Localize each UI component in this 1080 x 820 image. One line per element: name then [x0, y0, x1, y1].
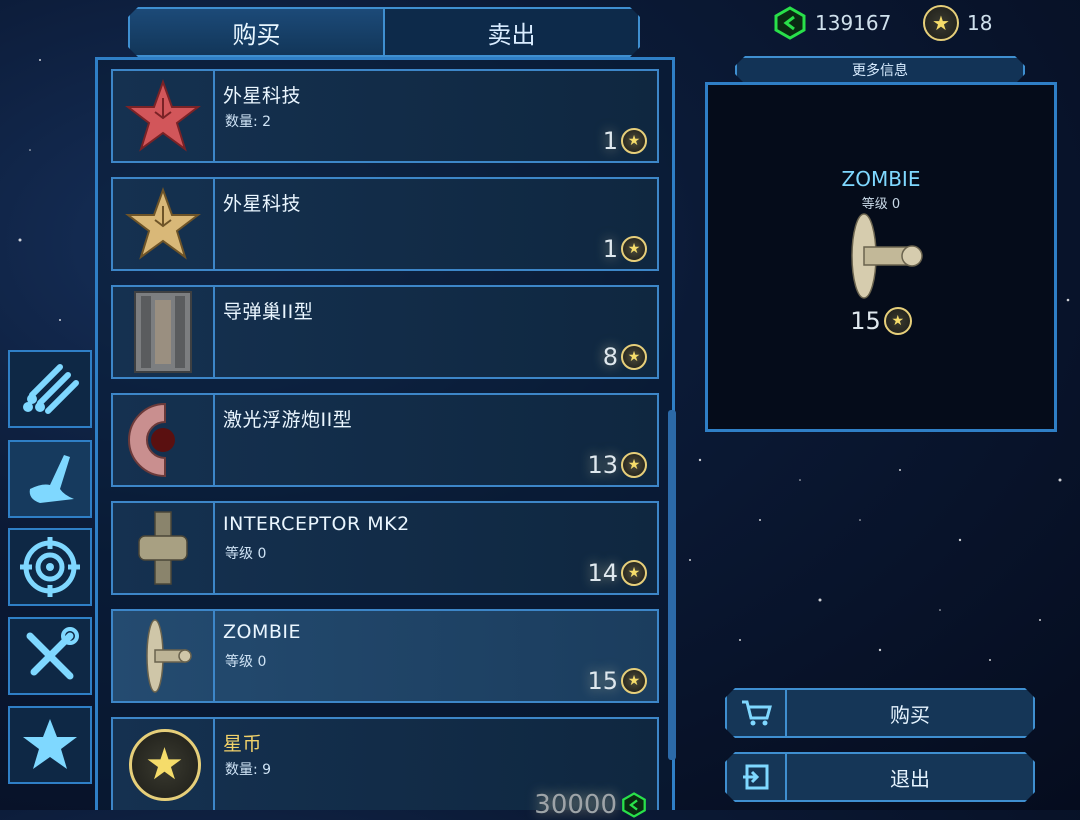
list-item[interactable]: 导弹巢II型 8 ★ — [111, 285, 659, 379]
crosshair-icon — [20, 537, 80, 597]
star-coin-big-icon: ★ — [128, 728, 201, 801]
item-quantity: 数量: 9 — [225, 762, 272, 778]
stars-display: ★ 18 — [920, 5, 993, 41]
item-thumbnail — [113, 395, 215, 485]
category-weapons[interactable] — [8, 528, 92, 606]
star-coin-icon: ★ — [621, 344, 647, 370]
tab-sell[interactable]: 卖出 — [385, 9, 638, 55]
credits-value: 139167 — [815, 11, 892, 35]
star-coin-icon: ★ — [621, 128, 647, 154]
price-value: 13 — [587, 451, 618, 479]
list-item[interactable]: 激光浮游炮II型 13 ★ — [111, 393, 659, 487]
star-coin-icon: ★ — [923, 5, 959, 41]
item-name: ZOMBIE — [223, 621, 302, 643]
item-quantity: 数量: 2 — [225, 114, 272, 130]
price-value: 1 — [602, 235, 618, 263]
star-coin-icon: ★ — [621, 452, 647, 478]
price-value: 8 — [602, 343, 618, 371]
exit-button[interactable]: 退出 — [725, 752, 1035, 802]
item-name: 外星科技 — [223, 85, 302, 107]
zombie-ship-preview — [851, 213, 923, 299]
category-stars[interactable] — [8, 706, 92, 784]
ship-silhouette-icon — [29, 455, 74, 503]
more-info-button[interactable]: 更多信息 — [735, 56, 1025, 84]
tools-icon — [26, 627, 79, 680]
item-price: 14 ★ — [587, 559, 647, 587]
tab-buy[interactable]: 购买 — [130, 9, 385, 55]
item-level: 等级 0 — [225, 546, 267, 562]
exit-icon — [727, 754, 787, 800]
item-preview-panel: ZOMBIE 等级 0 15 ★ — [705, 82, 1057, 432]
trade-tabs: 购买 卖出 — [128, 7, 640, 57]
exit-label: 退出 — [890, 766, 930, 791]
preview-price: 15 ★ — [708, 307, 1054, 335]
item-price: 13 ★ — [587, 451, 647, 479]
gold-circuit-star-icon — [125, 187, 201, 260]
star-coin-icon: ★ — [621, 560, 647, 586]
price-value: 15 — [587, 667, 618, 695]
interceptor-ship-icon — [138, 511, 188, 585]
credit-icon — [774, 6, 806, 40]
category-ships[interactable] — [8, 440, 92, 518]
item-level: 等级 0 — [225, 654, 267, 670]
item-thumbnail — [113, 287, 215, 377]
laser-drone-icon — [128, 402, 175, 478]
price-value: 30000 — [534, 790, 617, 820]
list-item[interactable]: INTERCEPTOR MK2 等级 0 14 ★ — [111, 501, 659, 595]
category-tools[interactable] — [8, 617, 92, 695]
list-item[interactable]: 外星科技 1 ★ — [111, 177, 659, 271]
item-price: 8 ★ — [603, 343, 647, 371]
item-name: INTERCEPTOR MK2 — [223, 513, 410, 535]
stars-value: 18 — [967, 11, 993, 35]
preview-price-value: 15 — [850, 307, 881, 335]
item-price: 30000 — [534, 790, 647, 820]
credit-icon — [622, 792, 646, 818]
item-name: 外星科技 — [223, 193, 302, 215]
red-circuit-star-icon — [125, 79, 201, 152]
item-price: 1 ★ — [603, 235, 647, 263]
item-name: 激光浮游炮II型 — [223, 409, 353, 431]
star-coin-icon: ★ — [621, 668, 647, 694]
star-icon — [23, 719, 77, 769]
buy-label: 购买 — [890, 702, 930, 727]
list-item[interactable]: ★ 星币 数量: 9 30000 — [111, 717, 659, 820]
preview-level: 等级 0 — [861, 197, 901, 212]
star-coin-icon: ★ — [621, 236, 647, 262]
item-thumbnail — [113, 503, 215, 593]
star-coin-icon: ★ — [883, 307, 912, 335]
item-price: 15 ★ — [587, 667, 647, 695]
item-thumbnail — [113, 179, 215, 269]
price-value: 14 — [587, 559, 618, 587]
item-thumbnail — [113, 71, 215, 161]
list-scrollbar[interactable] — [668, 410, 676, 760]
credits-display: 139167 — [773, 6, 891, 40]
buy-button[interactable]: 购买 — [725, 688, 1035, 738]
missile-nest-icon — [134, 291, 192, 373]
item-name: 导弹巢II型 — [223, 301, 314, 323]
cart-icon — [727, 690, 787, 736]
list-item[interactable]: 外星科技 数量: 2 1 ★ — [111, 69, 659, 163]
item-name: 星币 — [223, 733, 263, 755]
category-ammo[interactable] — [8, 350, 92, 428]
list-item-selected[interactable]: ZOMBIE 等级 0 15 ★ — [111, 609, 659, 703]
preview-name: ZOMBIE — [841, 167, 921, 191]
item-thumbnail: ★ — [113, 719, 215, 810]
item-thumbnail — [113, 611, 215, 701]
item-price: 1 ★ — [603, 127, 647, 155]
price-value: 1 — [602, 127, 618, 155]
missiles-icon — [23, 364, 79, 414]
zombie-ship-icon — [146, 619, 192, 693]
